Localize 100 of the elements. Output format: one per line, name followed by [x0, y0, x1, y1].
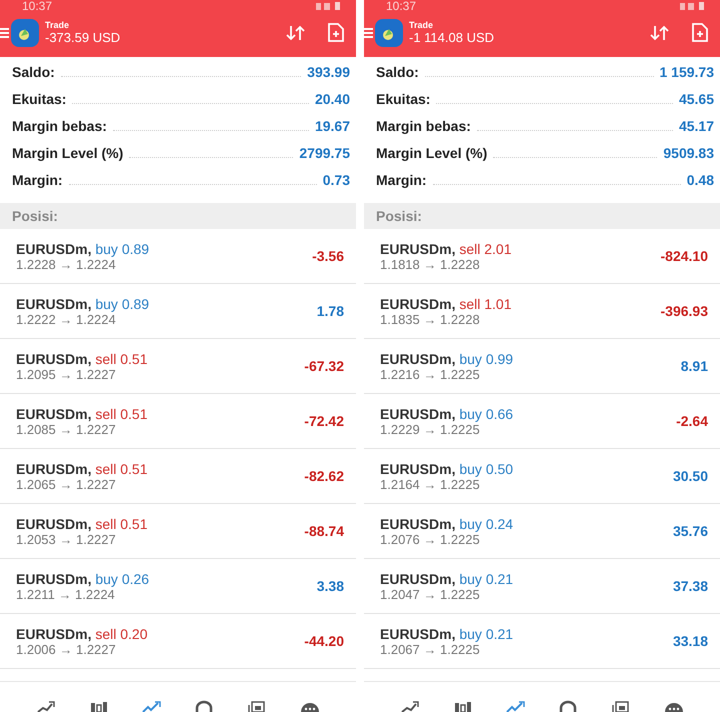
position-title: EURUSDm, sell 0.51	[16, 350, 149, 366]
position-row[interactable]: EURUSDm, buy 0.99 1.2216 → 1.2225 8.91	[364, 339, 720, 394]
position-row[interactable]: EURUSDm, sell 1.01 1.1835 → 1.2228 -396.93	[364, 284, 720, 339]
position-profit: -824.10	[660, 248, 708, 264]
summary-label: Margin bebas:	[376, 118, 471, 134]
position-title: EURUSDm, buy 0.99	[380, 350, 514, 366]
price-range: 1.2211 → 1.2224	[16, 586, 115, 602]
position-row[interactable]: EURUSDm, sell 0.51 1.2095 → 1.2227 -67.32	[0, 339, 356, 394]
position-row[interactable]: EURUSDm, sell 2.01 1.1818 → 1.2228 -824.10	[364, 229, 720, 284]
position-row[interactable]: EURUSDm, sell 0.51 1.2053 → 1.2227 -88.74	[0, 504, 356, 559]
position-profit: -67.32	[304, 358, 344, 374]
position-row[interactable]: EURUSDm, sell 0.51 1.2065 → 1.2227 -82.62	[0, 449, 356, 504]
summary-label: Margin:	[12, 172, 63, 188]
app-logo-icon	[375, 18, 403, 46]
new-order-icon[interactable]	[328, 23, 344, 42]
position-row[interactable]: EURUSDm, buy 0.89 1.2228 → 1.2224 -3.56	[0, 229, 356, 284]
section-header: Posisi:	[364, 203, 720, 229]
summary-label: Saldo:	[12, 64, 55, 80]
candlestick-icon[interactable]	[88, 700, 109, 712]
position-profit: 37.38	[672, 578, 708, 594]
position-profit: 8.91	[680, 358, 708, 374]
chat-bubble-icon[interactable]	[300, 700, 320, 712]
price-range: 1.2076 → 1.2225	[380, 532, 480, 546]
position-profit: 35.76	[672, 523, 708, 539]
summary-value: 0.73	[322, 172, 350, 188]
chat-bubble-icon[interactable]	[664, 700, 684, 712]
position-title: EURUSDm, sell 1.01	[380, 296, 513, 312]
position-title: EURUSDm, buy 0.21	[380, 626, 514, 642]
price-range: 1.1835 → 1.2228	[380, 312, 481, 326]
summary-value: 2799.75	[299, 145, 350, 161]
menu-icon[interactable]	[364, 26, 373, 38]
status-icons	[680, 2, 706, 10]
position-profit: -88.74	[304, 523, 344, 539]
sort-icon[interactable]	[650, 24, 670, 42]
summary-value: 9509.83	[663, 145, 714, 161]
section-header: Posisi:	[0, 203, 356, 229]
position-profit: -396.93	[660, 303, 708, 319]
header-title: Trade	[409, 20, 434, 30]
position-title: EURUSDm, sell 0.20	[16, 626, 149, 642]
app-logo-icon	[11, 18, 39, 46]
position-row[interactable]: EURUSDm, buy 0.66 1.2229 → 1.2225 -2.64	[364, 394, 720, 449]
price-range: 1.2006 → 1.2227	[16, 642, 117, 656]
price-range: 1.2095 → 1.2227	[16, 366, 117, 382]
summary-label: Margin bebas:	[12, 118, 107, 134]
status-icons	[316, 2, 342, 10]
position-row[interactable]: EURUSDm, sell 0.20 1.2006 → 1.2227 -44.20	[0, 614, 356, 669]
price-range: 1.2228 → 1.2224	[16, 256, 116, 272]
new-order-icon[interactable]	[692, 23, 708, 42]
position-profit: 3.38	[316, 578, 344, 594]
position-row[interactable]: EURUSDm, buy 0.89 1.2222 → 1.2224 1.78	[0, 284, 356, 339]
price-range: 1.1818 → 1.2228	[380, 256, 481, 272]
position-profit: -82.62	[304, 468, 344, 484]
quotes-icon[interactable]	[36, 700, 56, 712]
price-range: 1.2067 → 1.2225	[380, 642, 480, 656]
newspaper-icon[interactable]	[246, 700, 267, 712]
trend-line-icon[interactable]	[506, 700, 526, 712]
summary-value: 0.48	[686, 172, 714, 188]
summary-value: 393.99	[307, 64, 350, 80]
position-row[interactable]: EURUSDm, buy 0.24 1.2076 → 1.2225 35.76	[364, 504, 720, 559]
price-range: 1.2085 → 1.2227	[16, 422, 117, 436]
arch-icon[interactable]	[194, 700, 214, 712]
summary-label: Margin Level (%)	[12, 145, 124, 161]
total-profit: -373.59 USD	[45, 30, 122, 45]
position-profit: 1.78	[316, 303, 344, 319]
status-time: 10:37	[22, 0, 52, 12]
summary-label: Ekuitas:	[376, 91, 430, 107]
price-range: 1.2053 → 1.2227	[16, 532, 117, 546]
candlestick-icon[interactable]	[452, 700, 473, 712]
header-title: Trade	[45, 20, 70, 30]
position-row[interactable]: EURUSDm, buy 0.21 1.2047 → 1.2225 37.38	[364, 559, 720, 614]
arch-icon[interactable]	[558, 700, 578, 712]
summary-value: 19.67	[314, 118, 350, 134]
price-range: 1.2047 → 1.2225	[380, 586, 480, 602]
quotes-icon[interactable]	[400, 700, 420, 712]
trend-line-icon[interactable]	[142, 700, 162, 712]
position-profit: 30.50	[672, 468, 708, 484]
position-title: EURUSDm, buy 0.89	[16, 240, 150, 256]
position-row[interactable]: EURUSDm, buy 0.21 1.2067 → 1.2225 33.18	[364, 614, 720, 669]
summary-label: Saldo:	[376, 64, 419, 80]
sort-icon[interactable]	[286, 24, 306, 42]
summary-value: 45.17	[678, 118, 714, 134]
newspaper-icon[interactable]	[610, 700, 631, 712]
menu-icon[interactable]	[0, 26, 9, 38]
position-profit: -2.64	[676, 413, 708, 429]
position-title: EURUSDm, sell 0.51	[16, 406, 149, 422]
position-title: EURUSDm, buy 0.24	[380, 516, 514, 532]
position-title: EURUSDm, sell 2.01	[380, 240, 513, 256]
position-row[interactable]: EURUSDm, buy 0.26 1.2211 → 1.2224 3.38	[0, 559, 356, 614]
position-row[interactable]: EURUSDm, sell 0.51 1.2085 → 1.2227 -72.42	[0, 394, 356, 449]
position-title: EURUSDm, buy 0.26	[16, 570, 150, 586]
summary-value: 45.65	[678, 91, 714, 107]
price-range: 1.2216 → 1.2225	[380, 366, 480, 382]
price-range: 1.2164 → 1.2225	[380, 476, 480, 492]
summary-label: Margin:	[376, 172, 427, 188]
position-profit: -3.56	[312, 248, 344, 264]
position-title: EURUSDm, buy 0.21	[380, 570, 514, 586]
position-row[interactable]: EURUSDm, buy 0.50 1.2164 → 1.2225 30.50	[364, 449, 720, 504]
price-range: 1.2229 → 1.2225	[380, 422, 480, 436]
position-profit: -44.20	[304, 633, 344, 649]
summary-label: Margin Level (%)	[376, 145, 488, 161]
